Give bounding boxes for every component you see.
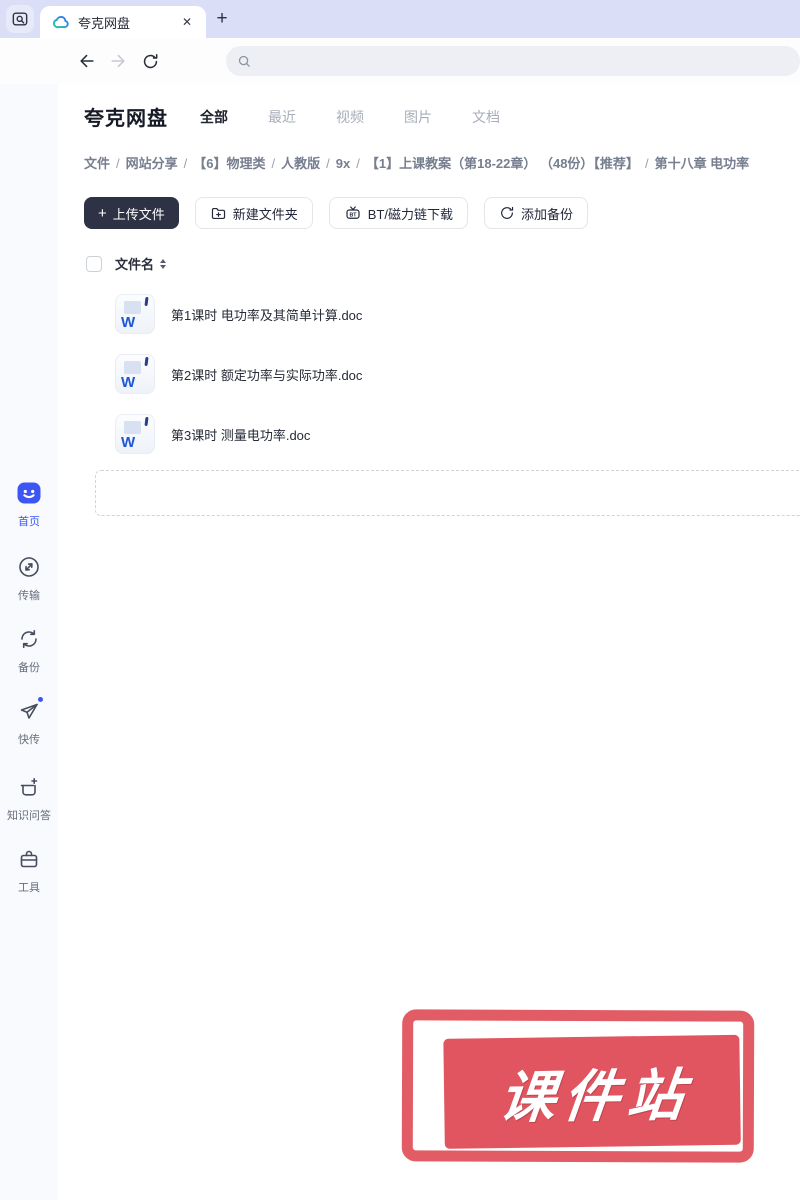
- breadcrumb-segment[interactable]: 【1】上课教案（第18-22章） （48份）【推荐】: [366, 156, 639, 171]
- browser-toolbar: [0, 38, 800, 84]
- breadcrumb-separator: /: [116, 156, 120, 171]
- backup-sync-icon: [16, 626, 42, 652]
- fast-transfer-icon: [16, 696, 44, 724]
- file-row[interactable]: W 第2课时 额定功率与实际功率.doc: [115, 344, 800, 404]
- breadcrumb-segment[interactable]: 人教版: [281, 156, 320, 171]
- knowledge-qa-icon: [16, 774, 42, 800]
- forward-icon[interactable]: [108, 51, 128, 71]
- word-doc-icon: W: [115, 294, 155, 334]
- breadcrumb-separator: /: [644, 156, 649, 171]
- folder-plus-icon: [210, 205, 227, 222]
- plus-icon: +: [98, 204, 107, 222]
- file-row[interactable]: W 第3课时 测量电功率.doc: [115, 404, 800, 464]
- svg-text:BT: BT: [349, 212, 357, 218]
- tab-search-button[interactable]: [6, 5, 34, 33]
- sidebar-item-label: 工具: [18, 882, 40, 894]
- upload-file-label: 上传文件: [112, 206, 165, 222]
- stamp-inner: 课件站: [443, 1034, 741, 1149]
- word-doc-icon: W: [115, 354, 155, 394]
- new-folder-button[interactable]: 新建文件夹: [194, 197, 313, 229]
- back-icon[interactable]: [77, 51, 97, 71]
- sidebar-item-label: 传输: [18, 590, 40, 602]
- backup-circle-icon: [499, 205, 515, 221]
- refresh-icon[interactable]: [140, 51, 160, 71]
- view-tabs: 全部 最近 视频 图片 文档: [200, 107, 500, 127]
- sidebar-item-home[interactable]: 首页: [0, 480, 58, 529]
- transfer-icon: [16, 554, 42, 580]
- file-list-header: 文件名: [86, 254, 167, 273]
- bt-tv-icon: BT: [344, 204, 362, 222]
- add-backup-label: 添加备份: [521, 206, 574, 222]
- title-row: 夸克网盘 全部 最近 视频 图片 文档: [84, 102, 500, 131]
- close-tab-icon[interactable]: ✕: [178, 13, 196, 31]
- sidebar-item-fast-transfer[interactable]: 快传: [0, 696, 58, 747]
- breadcrumb-separator: /: [326, 156, 330, 171]
- browser-tab-bar: 夸克网盘 ✕ +: [0, 0, 800, 38]
- drop-zone[interactable]: [95, 470, 800, 516]
- browser-tab[interactable]: 夸克网盘 ✕: [40, 6, 206, 38]
- watermark-text: 课件站: [496, 1062, 696, 1129]
- breadcrumb-segment[interactable]: 第十八章 电功率: [655, 156, 750, 171]
- file-name: 第1课时 电功率及其简单计算.doc: [171, 307, 363, 323]
- filename-column-header: 文件名: [115, 257, 155, 272]
- breadcrumb-separator: /: [271, 156, 276, 171]
- quark-drive-page: 夸克网盘 ✕ + 首页 传输 备份 快传 知识问答 工具 夸克网盘 全部 最近 …: [0, 0, 800, 1200]
- file-name: 第3课时 测量电功率.doc: [171, 427, 311, 443]
- breadcrumb-segment[interactable]: 网站分享: [126, 156, 178, 171]
- new-tab-button[interactable]: +: [211, 8, 233, 30]
- file-row[interactable]: W 第1课时 电功率及其简单计算.doc: [115, 284, 800, 344]
- bt-magnet-download-button[interactable]: BT BT/磁力链下载: [328, 197, 469, 229]
- word-doc-icon: W: [115, 414, 155, 454]
- sidebar-item-transfer[interactable]: 传输: [0, 554, 58, 603]
- tab-title: 夸克网盘: [78, 15, 131, 31]
- address-search-bar[interactable]: [226, 46, 800, 76]
- home-smiley-icon: [16, 480, 42, 506]
- file-name: 第2课时 额定功率与实际功率.doc: [171, 367, 363, 383]
- watermark-stamp: 课件站: [401, 1008, 755, 1165]
- breadcrumb-separator: /: [356, 156, 360, 171]
- sidebar-item-label: 快传: [18, 734, 40, 746]
- search-icon: [237, 54, 252, 69]
- breadcrumb-segment[interactable]: 9x: [336, 156, 350, 171]
- tab-image[interactable]: 图片: [404, 107, 432, 127]
- action-buttons: + 上传文件 新建文件夹 BT BT/磁力链下载 添加备份: [84, 197, 589, 229]
- breadcrumb: 文件 / 网站分享 / 【6】物理类 / 人教版 / 9x / 【1】上课教案（第18-22章） （…: [84, 154, 800, 174]
- notification-dot: [37, 696, 44, 703]
- sidebar-item-label: 首页: [18, 516, 40, 528]
- app-sidebar: 首页 传输 备份 快传 知识问答 工具: [0, 84, 58, 1200]
- breadcrumb-segment[interactable]: 文件: [84, 156, 110, 171]
- select-all-checkbox[interactable]: [86, 255, 102, 272]
- sort-toggle-icon[interactable]: [160, 258, 167, 269]
- breadcrumb-separator: /: [183, 156, 188, 171]
- sidebar-item-knowledge-qa[interactable]: 知识问答: [0, 774, 58, 823]
- sidebar-item-backup[interactable]: 备份: [0, 626, 58, 675]
- tab-video[interactable]: 视频: [336, 107, 364, 127]
- window-search-icon: [10, 9, 30, 29]
- tab-document[interactable]: 文档: [472, 107, 500, 127]
- sidebar-item-label: 备份: [18, 662, 40, 674]
- add-backup-button[interactable]: 添加备份: [484, 197, 589, 229]
- tab-recent[interactable]: 最近: [268, 107, 296, 127]
- toolbox-icon: [16, 846, 42, 872]
- page-title: 夸克网盘: [84, 108, 168, 130]
- file-rows: W 第1课时 电功率及其简单计算.doc W 第2课时 额定功率与实际功率.do…: [115, 284, 800, 464]
- upload-file-button[interactable]: + 上传文件: [84, 197, 179, 229]
- sidebar-item-tools[interactable]: 工具: [0, 846, 58, 895]
- breadcrumb-segment[interactable]: 【6】物理类: [193, 156, 265, 171]
- bt-download-label: BT/磁力链下载: [367, 206, 454, 222]
- sidebar-item-label: 知识问答: [7, 810, 51, 822]
- tab-all[interactable]: 全部: [200, 107, 228, 127]
- quark-logo-icon: [52, 13, 70, 31]
- new-folder-label: 新建文件夹: [232, 206, 298, 222]
